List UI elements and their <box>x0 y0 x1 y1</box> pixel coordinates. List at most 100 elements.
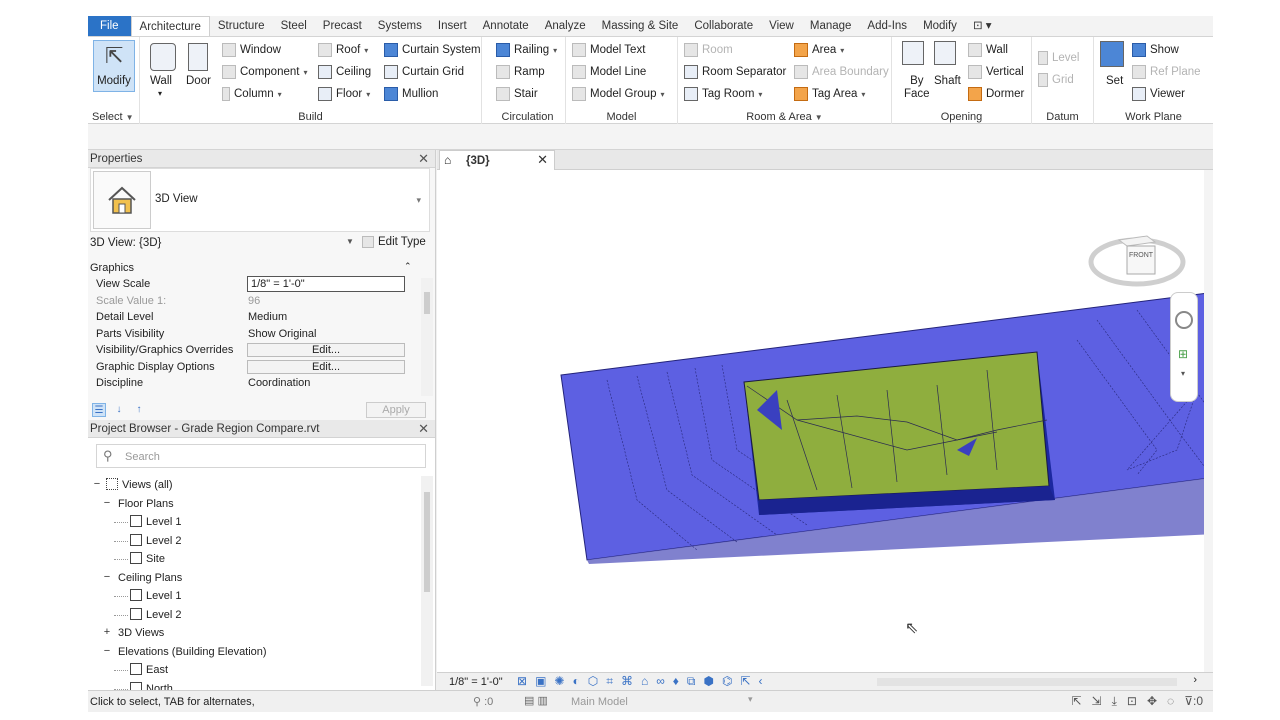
room-separator-button[interactable]: Room Separator <box>684 65 786 79</box>
close-icon[interactable]: ✕ <box>418 150 429 168</box>
group-header[interactable]: Graphics ⌃ <box>90 260 422 276</box>
tab-modify[interactable]: Modify <box>915 16 965 36</box>
chevron-down-icon[interactable]: ▾ <box>416 195 421 206</box>
edit-type-button[interactable]: Edit Type <box>362 236 426 248</box>
component-button[interactable]: Component ▾ <box>222 65 307 79</box>
tab-manage[interactable]: Manage <box>802 16 860 36</box>
crop-view-icon[interactable]: ⌗ <box>606 674 613 689</box>
viewer-button[interactable]: Viewer <box>1132 87 1185 101</box>
tree-item[interactable]: Level 2 <box>92 606 422 625</box>
column-button[interactable]: Column ▾ <box>222 87 282 101</box>
collapse-icon[interactable]: − <box>102 497 112 509</box>
chevron-down-icon[interactable]: ▾ <box>1181 369 1185 378</box>
background-process-icon[interactable]: ◌ <box>1167 694 1174 709</box>
chevron-down-icon[interactable]: ▼ <box>346 237 354 246</box>
tab-annotate[interactable]: Annotate <box>475 16 537 36</box>
discipline-value[interactable]: Coordination <box>248 377 310 389</box>
view-scrollbar[interactable] <box>1204 170 1213 672</box>
curtain-system-button[interactable]: Curtain System <box>384 43 481 57</box>
window-button[interactable]: Window <box>222 43 281 57</box>
collapse-icon[interactable]: − <box>102 571 112 583</box>
tree-item[interactable]: − Elevations (Building Elevation) <box>92 643 422 662</box>
drag-elements-icon[interactable]: ✥ <box>1147 694 1157 709</box>
sun-path-icon[interactable]: ✺ <box>554 674 564 689</box>
model-text-button[interactable]: Model Text <box>572 43 645 57</box>
horizontal-scrollbar[interactable] <box>877 678 1177 686</box>
properties-scrollbar[interactable] <box>421 278 433 396</box>
door-button[interactable]: Door <box>186 75 211 87</box>
viewcube[interactable]: FRONT <box>1085 212 1189 292</box>
scroll-thumb[interactable] <box>424 492 430 592</box>
worksets-indicator[interactable]: ⚲ :0 <box>473 695 493 708</box>
tab-file[interactable]: File <box>88 16 131 36</box>
tab-precast[interactable]: Precast <box>315 16 370 36</box>
tree-item[interactable]: Site <box>92 550 422 569</box>
tab-massing-site[interactable]: Massing & Site <box>594 16 687 36</box>
modify-button[interactable]: ⇱ Modify <box>93 40 135 92</box>
active-model-selector[interactable]: Main Model <box>571 696 628 708</box>
tab-structure[interactable]: Structure <box>210 16 273 36</box>
tree-item[interactable]: − Ceiling Plans <box>92 569 422 588</box>
room-area-dropdown[interactable]: Room & Area ▼ <box>678 111 891 123</box>
tab-architecture[interactable]: Architecture <box>130 16 210 36</box>
detail-level-icon[interactable]: ⊠ <box>517 674 527 689</box>
tab-insert[interactable]: Insert <box>430 16 475 36</box>
wall-button[interactable]: Wall <box>150 75 172 87</box>
wall-opening-button[interactable]: Wall <box>968 43 1008 57</box>
tree-item[interactable]: − Views (all) <box>92 476 422 495</box>
scroll-right-icon[interactable]: › <box>1193 674 1197 686</box>
model-group-button[interactable]: Model Group ▾ <box>572 87 665 101</box>
tab-collaborate[interactable]: Collaborate <box>686 16 761 36</box>
tree-item[interactable]: +3D Views <box>92 624 422 643</box>
scroll-left-icon[interactable]: ‹ <box>759 674 763 689</box>
tree-item[interactable]: East <box>92 661 422 680</box>
3d-view-canvas[interactable]: FRONT ⊞ ▾ ⇖ <box>437 170 1213 672</box>
browser-scrollbar[interactable] <box>421 476 433 686</box>
search-input[interactable]: ⚲ Search <box>96 444 426 468</box>
highlight-displacement-icon[interactable]: ⇱ <box>740 674 750 689</box>
temporary-view-properties-icon[interactable]: ⧉ <box>687 674 696 689</box>
show-button[interactable]: Show <box>1132 43 1179 57</box>
instance-selector[interactable]: 3D View: {3D} <box>90 237 161 249</box>
tag-area-button[interactable]: Tag Area ▾ <box>794 87 865 101</box>
vertical-opening-button[interactable]: Vertical <box>968 65 1024 79</box>
tab-view[interactable]: View <box>761 16 802 36</box>
collapse-icon[interactable]: − <box>92 478 102 490</box>
category-sort-icon[interactable]: ☰ <box>92 403 106 417</box>
tree-item[interactable]: − Floor Plans <box>92 495 422 514</box>
stair-button[interactable]: Stair <box>496 87 538 101</box>
parts-visibility-value[interactable]: Show Original <box>248 328 316 340</box>
apply-button[interactable]: Apply <box>366 402 426 418</box>
filter-icon[interactable]: ⊽:0 <box>1184 694 1203 709</box>
tab-systems[interactable]: Systems <box>370 16 430 36</box>
level-button[interactable]: Level <box>1038 51 1080 65</box>
collapse-icon[interactable]: ⌃ <box>404 261 412 272</box>
dormer-button[interactable]: Dormer <box>968 87 1024 101</box>
area-button[interactable]: Area ▾ <box>794 43 844 57</box>
select-links-icon[interactable]: ⇱ <box>1071 694 1081 709</box>
chevron-down-icon[interactable]: ▾ <box>158 89 162 98</box>
tree-item[interactable]: Level 1 <box>92 513 422 532</box>
floor-button[interactable]: Floor ▾ <box>318 87 370 101</box>
design-options-icon[interactable]: ▤ ▥ <box>524 694 548 707</box>
model-line-button[interactable]: Model Line <box>572 65 646 79</box>
tab-steel[interactable]: Steel <box>273 16 315 36</box>
select-underlay-icon[interactable]: ⇲ <box>1092 694 1102 709</box>
temporary-hide-icon[interactable]: ∞ <box>656 674 665 689</box>
ribbon-options-dropdown[interactable]: ⊡ ▾ <box>965 16 1000 36</box>
ramp-button[interactable]: Ramp <box>496 65 545 79</box>
visual-style-icon[interactable]: ▣ <box>535 674 546 689</box>
shadows-icon[interactable]: ◐ <box>572 674 579 689</box>
type-selector[interactable]: 3D View ▾ <box>90 168 430 232</box>
room-button[interactable]: Room <box>684 43 733 57</box>
sort-ascending-icon[interactable]: ↓ <box>112 403 126 417</box>
close-icon[interactable]: ✕ <box>537 152 548 168</box>
reveal-hidden-icon[interactable]: ♦ <box>673 674 679 689</box>
collapse-icon[interactable]: − <box>102 645 112 657</box>
chevron-down-icon[interactable]: ▾ <box>748 694 753 705</box>
railing-button[interactable]: Railing ▾ <box>496 43 557 57</box>
by-face-button[interactable]: By Face <box>904 75 930 101</box>
detail-level-value[interactable]: Medium <box>248 311 287 323</box>
tab-analyze[interactable]: Analyze <box>537 16 594 36</box>
scroll-thumb[interactable] <box>424 292 430 314</box>
